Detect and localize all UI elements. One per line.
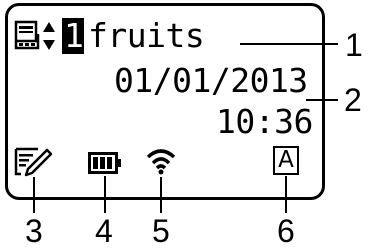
font-mode-a-icon: A: [273, 146, 299, 175]
up-down-arrows-icon: [43, 22, 55, 50]
template-icon: [14, 20, 40, 50]
edit-pencil-icon: [14, 147, 52, 177]
battery-icon: [88, 152, 121, 174]
font-mode-letter: A: [278, 147, 294, 173]
callout-line-1: [240, 43, 338, 45]
callout-number-6: 6: [277, 213, 295, 249]
template-name: fruits: [88, 16, 205, 55]
callout-line-2: [306, 99, 338, 101]
callout-line-6: [285, 176, 287, 213]
callout-number-1: 1: [345, 27, 363, 63]
time-display: 10:36: [216, 102, 313, 141]
wireless-icon: [146, 149, 176, 175]
callout-number-5: 5: [152, 213, 170, 249]
callout-number-3: 3: [25, 213, 43, 249]
callout-number-2: 2: [344, 82, 362, 118]
callout-line-3: [33, 177, 35, 213]
callout-number-4: 4: [95, 213, 113, 249]
date-display: 01/01/2013: [114, 61, 308, 100]
callout-line-5: [160, 177, 162, 213]
template-number: 1: [64, 16, 84, 55]
callout-line-4: [104, 176, 106, 213]
